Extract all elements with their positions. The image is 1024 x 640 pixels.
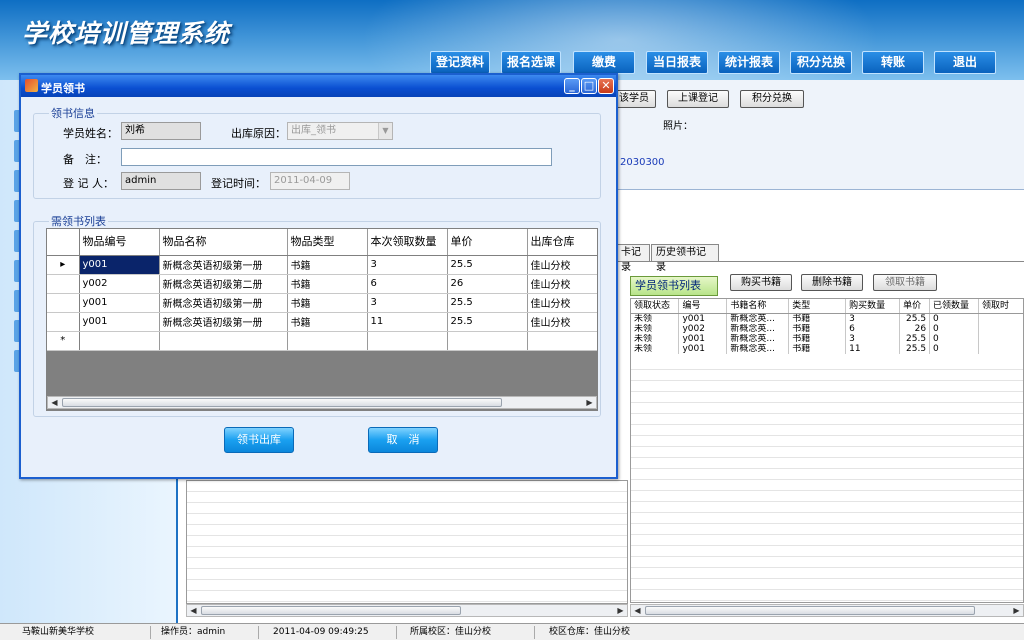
time-label: 登记时间： — [211, 177, 266, 190]
photo-label: 照片： — [663, 121, 693, 132]
student-id-fragment: 2030300 — [620, 157, 665, 168]
scroll-thumb[interactable] — [201, 606, 461, 615]
student-button[interactable]: 该学员 — [612, 90, 656, 108]
points-exchange-button[interactable]: 积分兑换 — [740, 90, 804, 108]
col-buy-qty[interactable]: 购买数量 — [845, 299, 901, 314]
scroll-thumb[interactable] — [645, 606, 975, 615]
student-name-field[interactable]: 刘希 — [121, 122, 201, 140]
background-horizontal-scrollbar[interactable]: ◀ ▶ — [186, 604, 628, 617]
nav-daily-report-button[interactable]: 当日报表 — [646, 51, 708, 74]
tab-card-records[interactable]: 卡记录 — [616, 244, 650, 273]
maximize-icon[interactable]: □ — [581, 78, 597, 94]
col-status[interactable]: 领取状态 — [631, 299, 680, 314]
receive-books-button[interactable]: 领取书籍 — [873, 274, 937, 291]
table-row[interactable]: y001 新概念英语初级第一册 书籍 3 25.5 佳山分校 — [47, 293, 597, 313]
col-item-type[interactable]: 物品类型 — [287, 229, 368, 256]
background-grid[interactable] — [186, 480, 628, 604]
registrar-field[interactable]: admin — [121, 172, 201, 190]
scroll-left-icon[interactable]: ◀ — [188, 605, 199, 616]
tab-history-books[interactable]: 历史领书记录 — [651, 244, 719, 273]
note-label: 备 注： — [63, 153, 107, 166]
col-book-name[interactable]: 书籍名称 — [726, 299, 790, 314]
col-item-name[interactable]: 物品名称 — [159, 229, 288, 256]
dialog-titlebar[interactable]: 学员领书 _ □ ✕ — [21, 75, 616, 97]
col-receive-qty[interactable]: 本次领取数量 — [367, 229, 448, 256]
col-receive-time[interactable]: 领取时 — [978, 299, 1023, 314]
receive-out-button[interactable]: 领书出库 — [224, 427, 294, 453]
buy-books-button[interactable]: 购买书籍 — [730, 274, 792, 291]
current-row-icon: ▸ — [47, 255, 80, 275]
col-type[interactable]: 类型 — [788, 299, 847, 314]
table-row[interactable]: y001 新概念英语初级第一册 书籍 11 25.5 佳山分校 — [47, 312, 597, 332]
scroll-right-icon[interactable]: ▶ — [1011, 605, 1022, 616]
nav-transfer-button[interactable]: 转账 — [862, 51, 924, 74]
grid-header-row: 物品编号 物品名称 物品类型 本次领取数量 单价 出库仓库 — [47, 229, 597, 256]
chevron-down-icon[interactable]: ▼ — [378, 123, 392, 139]
note-field[interactable] — [121, 148, 552, 166]
new-row-icon: * — [47, 331, 80, 351]
new-row[interactable]: * — [47, 331, 597, 351]
col-code[interactable]: 编号 — [678, 299, 728, 314]
nav-register-button[interactable]: 登记资料 — [430, 51, 490, 74]
table-row[interactable]: 未领 y001 新概念英... 书籍 11 25.5 0 — [631, 343, 1023, 354]
scroll-left-icon[interactable]: ◀ — [632, 605, 643, 616]
dialog-horizontal-scrollbar[interactable]: ◀ ▶ — [47, 396, 597, 409]
reason-value: 出库_领书 — [291, 125, 336, 136]
nav-points-button[interactable]: 积分兑换 — [790, 51, 852, 74]
table-row[interactable]: y002 新概念英语初级第二册 书籍 6 26 佳山分校 — [47, 274, 597, 294]
dialog-title: 学员领书 — [41, 82, 85, 95]
scroll-left-icon[interactable]: ◀ — [49, 397, 60, 408]
col-item-code[interactable]: 物品编号 — [79, 229, 160, 256]
app-title: 学校培训管理系统 — [22, 19, 231, 48]
reason-select[interactable]: 出库_领书 ▼ — [287, 122, 393, 140]
table-row[interactable]: 未领 y001 新概念英... 书籍 3 25.5 0 — [631, 313, 1023, 324]
table-row[interactable]: ▸ y001 新概念英语初级第一册 书籍 3 25.5 佳山分校 — [47, 255, 597, 275]
scroll-right-icon[interactable]: ▶ — [584, 397, 595, 408]
reason-label: 出库原因： — [231, 127, 286, 140]
app-header: 学校培训管理系统 登记资料 报名选课 缴费 当日报表 统计报表 积分兑换 转账 … — [0, 0, 1024, 80]
datetime: 2011-04-09 09:49:25 — [273, 627, 369, 637]
operator: 操作员：admin — [161, 627, 226, 637]
col-price[interactable]: 单价 — [899, 299, 931, 314]
campus: 所属校区：佳山分校 — [410, 627, 492, 637]
nav-exit-button[interactable]: 退出 — [934, 51, 996, 74]
school-name: 马鞍山新美华学校 — [22, 627, 95, 637]
warehouse: 校区仓库：佳山分校 — [549, 627, 631, 637]
grid-header-row: 领取状态 编号 书籍名称 类型 购买数量 单价 已领数量 领取时 — [631, 299, 1023, 314]
close-icon[interactable]: ✕ — [598, 78, 614, 94]
registrar-label: 登 记 人： — [63, 177, 114, 190]
student-book-list-tab[interactable]: 学员领书列表 — [630, 276, 718, 296]
receive-books-dialog: 学员领书 _ □ ✕ 领书信息 学员姓名： 刘希 出库原因： 出库_领书 ▼ 备… — [19, 73, 618, 479]
col-price[interactable]: 单价 — [447, 229, 528, 256]
minimize-icon[interactable]: _ — [564, 78, 580, 94]
books-horizontal-scrollbar[interactable]: ◀ ▶ — [630, 604, 1024, 617]
time-field[interactable]: 2011-04-09 — [270, 172, 350, 190]
table-row[interactable]: 未领 y001 新概念英... 书籍 3 25.5 0 — [631, 333, 1023, 344]
scroll-thumb[interactable] — [62, 398, 502, 407]
nav-stats-report-button[interactable]: 统计报表 — [718, 51, 780, 74]
col-warehouse[interactable]: 出库仓库 — [527, 229, 597, 256]
status-bar: 马鞍山新美华学校 操作员：admin 2011-04-09 09:49:25 所… — [0, 623, 1024, 640]
delete-books-button[interactable]: 删除书籍 — [801, 274, 863, 291]
table-row[interactable]: 未领 y002 新概念英... 书籍 6 26 0 — [631, 323, 1023, 334]
app-icon — [25, 79, 38, 92]
nav-payment-button[interactable]: 缴费 — [573, 51, 635, 74]
books-to-receive-grid[interactable]: 物品编号 物品名称 物品类型 本次领取数量 单价 出库仓库 ▸ y001 新概念… — [46, 228, 598, 411]
col-received-qty[interactable]: 已领数量 — [929, 299, 980, 314]
student-books-grid[interactable]: 领取状态 编号 书籍名称 类型 购买数量 单价 已领数量 领取时 未领 y001 新… — [630, 298, 1024, 603]
list-group-title: 需领书列表 — [49, 213, 108, 229]
nav-enroll-button[interactable]: 报名选课 — [501, 51, 561, 74]
student-label: 学员姓名： — [63, 127, 118, 140]
scroll-right-icon[interactable]: ▶ — [615, 605, 626, 616]
info-group-title: 领书信息 — [49, 105, 97, 121]
class-checkin-button[interactable]: 上课登记 — [667, 90, 729, 108]
cancel-button[interactable]: 取 消 — [368, 427, 438, 453]
